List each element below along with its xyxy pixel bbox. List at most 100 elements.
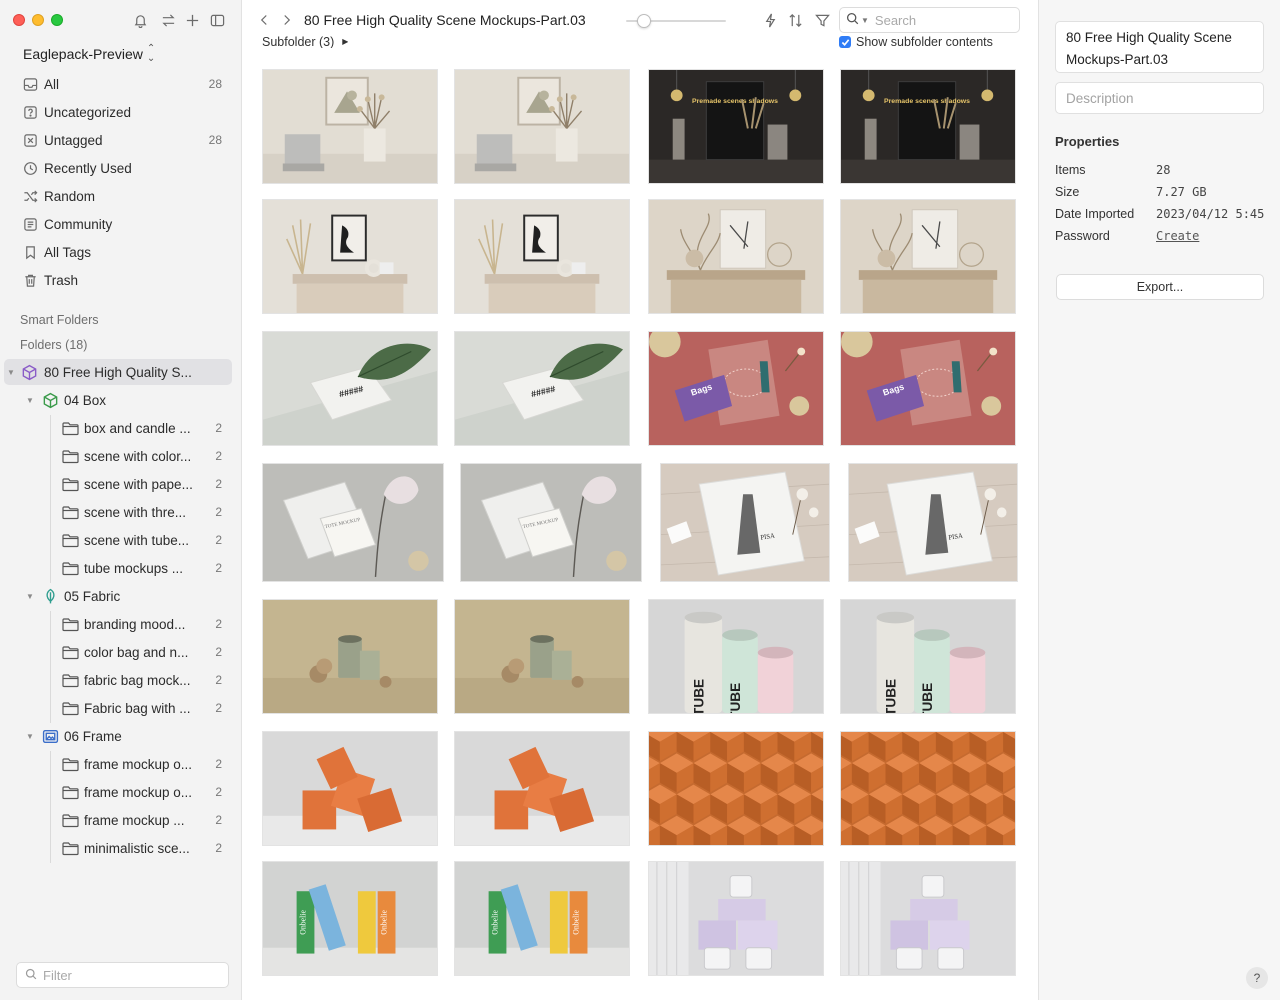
sidebar-toggle-icon[interactable] <box>207 10 227 30</box>
nav-item-label: Trash <box>44 272 79 288</box>
disclosure-triangle-icon[interactable]: ▼ <box>26 396 34 405</box>
folder-tree-label: fabric bag mock... <box>84 672 191 688</box>
folders-title[interactable]: Folders (18) <box>20 338 87 352</box>
thumbnail-flower-bag[interactable]: TOTE MOCKUP <box>262 463 444 582</box>
close-window-button[interactable] <box>13 14 25 26</box>
nav-item-uncategorized[interactable]: Uncategorized <box>14 99 230 125</box>
thumbnail-leaf-bag[interactable]: ##### <box>262 331 438 446</box>
property-key: Items <box>1055 163 1086 177</box>
folder-tree-item[interactable]: color bag and n... 2 <box>4 639 232 665</box>
thumbnail-tubes[interactable]: TUBE TUBE <box>840 599 1016 714</box>
folder-tree-label: box and candle ... <box>84 420 191 436</box>
nav-item-all-tags[interactable]: All Tags <box>14 239 230 265</box>
folder-tree-item[interactable]: scene with thre... 2 <box>4 499 232 525</box>
folder-tree-item[interactable]: scene with tube... 2 <box>4 527 232 553</box>
folder-icon <box>62 420 79 437</box>
folder-tree-item[interactable]: Fabric bag with ... 2 <box>4 695 232 721</box>
folder-tree-item[interactable]: fabric bag mock... 2 <box>4 667 232 693</box>
thumbnail-leaf-bag[interactable]: ##### <box>454 331 630 446</box>
nav-item-trash[interactable]: Trash <box>14 267 230 293</box>
folder-tree-item[interactable]: frame mockup ... 2 <box>4 807 232 833</box>
thumbnail-box-pattern[interactable] <box>648 731 824 846</box>
folder-tree-group[interactable]: ▼ 05 Fabric <box>4 583 232 609</box>
show-subfolder-checkbox[interactable] <box>839 36 851 48</box>
nav-item-label: All <box>44 76 60 92</box>
filter-input[interactable] <box>43 967 213 983</box>
tree-guide-line <box>50 751 51 863</box>
folder-tree-label: minimalistic sce... <box>84 840 190 856</box>
tree-guide-line <box>50 415 51 583</box>
thumbnail-tubes[interactable]: TUBE TUBE <box>648 599 824 714</box>
nav-item-community[interactable]: Community <box>14 211 230 237</box>
smart-folders-title[interactable]: Smart Folders <box>20 313 99 327</box>
folder-tree-item[interactable]: tube mockups ... 2 <box>4 555 232 581</box>
thumbnail-orange-boxes[interactable] <box>262 731 438 846</box>
folder-tree-item[interactable]: box and candle ... 2 <box>4 415 232 441</box>
folder-tree-item[interactable]: frame mockup o... 2 <box>4 779 232 805</box>
thumbnail-color-boxes[interactable]: Onbelie Onbelie <box>262 861 438 976</box>
folder-tree-item[interactable]: branding mood... 2 <box>4 611 232 637</box>
nav-item-label: Community <box>44 216 113 232</box>
thumbnail-frame-console-beige[interactable] <box>840 199 1016 314</box>
disclosure-triangle-icon[interactable]: ▼ <box>7 368 15 377</box>
bell-icon[interactable] <box>130 10 150 30</box>
thumbnail-flower-bag[interactable]: TOTE MOCKUP <box>460 463 642 582</box>
folder-tree-group[interactable]: ▼ 06 Frame <box>4 723 232 749</box>
thumbnail-frame-wall[interactable] <box>262 69 438 184</box>
thumbnail-red-bag[interactable]: Bags <box>840 331 1016 446</box>
thumbnail-frame-console[interactable] <box>454 199 630 314</box>
nav-item-untagged[interactable]: Untagged 28 <box>14 127 230 153</box>
thumbnail-image <box>263 732 437 845</box>
zoom-window-button[interactable] <box>51 14 63 26</box>
folder-name-field[interactable]: 80 Free High Quality Scene Mockups-Part.… <box>1055 21 1264 73</box>
plus-icon[interactable] <box>182 10 202 30</box>
thumbnail-tin-can[interactable] <box>454 599 630 714</box>
nav-item-count: 28 <box>208 133 222 147</box>
thumbnail-color-boxes[interactable]: Onbelie Onbelie <box>454 861 630 976</box>
show-subfolder-option[interactable]: Show subfolder contents <box>839 36 993 48</box>
create-password-link[interactable]: Create <box>1156 229 1199 243</box>
nav-item-random[interactable]: Random <box>14 183 230 209</box>
thumbnail-candles[interactable] <box>840 861 1016 976</box>
help-button[interactable]: ? <box>1246 967 1268 989</box>
folder-icon <box>62 840 79 857</box>
folder-tree-group[interactable]: ▼ 04 Box <box>4 387 232 413</box>
nav-item-recently-used[interactable]: Recently Used <box>14 155 230 181</box>
folder-tree-count: 2 <box>215 673 222 687</box>
thumbnail-tin-can[interactable] <box>262 599 438 714</box>
folder-tree-item[interactable]: frame mockup o... 2 <box>4 751 232 777</box>
nav-item-all[interactable]: All 28 <box>14 71 230 97</box>
svg-text:TUBE: TUBE <box>920 683 935 713</box>
uncategorized-icon <box>22 104 38 120</box>
thumbnail-red-bag[interactable]: Bags <box>648 331 824 446</box>
thumbnail-frame-wall[interactable] <box>454 69 630 184</box>
thumbnail-dark-poster[interactable]: Premade scenes shadows <box>648 69 824 184</box>
folder-tree-item[interactable]: scene with pape... 2 <box>4 471 232 497</box>
folder-tree-item[interactable]: minimalistic sce... 2 <box>4 835 232 861</box>
minimize-window-button[interactable] <box>32 14 44 26</box>
property-value: 7.27 GB <box>1156 185 1207 199</box>
thumbnail-box-pattern[interactable] <box>840 731 1016 846</box>
folder-tree-item[interactable]: scene with color... 2 <box>4 443 232 469</box>
library-switcher[interactable]: Eaglepack-Preview ⌃ ⌄ <box>23 44 155 64</box>
folder-tree-label: scene with color... <box>84 448 192 464</box>
property-row-items: Items 28 <box>1055 163 1275 181</box>
main-content: 80 Free High Quality Scene Mockups-Part.… <box>242 0 1038 1000</box>
disclosure-triangle-icon[interactable]: ▼ <box>26 592 34 601</box>
swap-icon[interactable] <box>158 10 178 30</box>
description-input[interactable] <box>1066 90 1253 106</box>
thumbnail-pisa-towel[interactable]: PISA <box>660 463 830 582</box>
export-button[interactable]: Export... <box>1056 274 1264 300</box>
thumbnail-dark-poster[interactable]: Premade scenes shadows <box>840 69 1016 184</box>
thumbnail-image <box>841 200 1015 313</box>
thumbnail-frame-console[interactable] <box>262 199 438 314</box>
folder-tree-group[interactable]: ▼ 80 Free High Quality S... <box>4 359 232 385</box>
subfolder-toggle[interactable]: Subfolder (3) ▶ <box>262 36 348 48</box>
folder-tree-count: 2 <box>215 785 222 799</box>
thumbnail-orange-boxes[interactable] <box>454 731 630 846</box>
thumbnail-frame-console-beige[interactable] <box>648 199 824 314</box>
thumbnail-candles[interactable] <box>648 861 824 976</box>
disclosure-triangle-icon[interactable]: ▼ <box>26 732 34 741</box>
folder-tree-count: 2 <box>215 757 222 771</box>
thumbnail-pisa-towel[interactable]: PISA <box>848 463 1018 582</box>
